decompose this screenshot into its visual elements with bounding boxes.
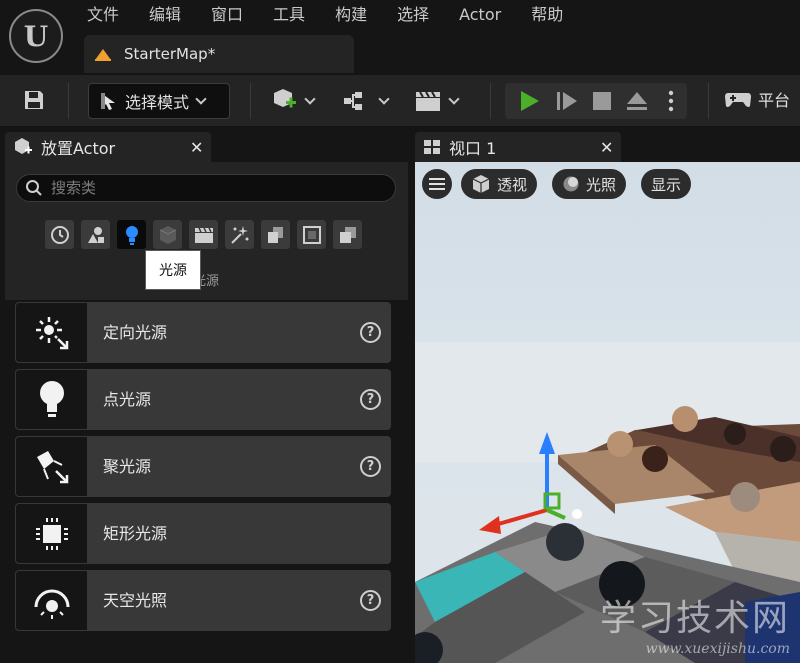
level-icon — [95, 49, 111, 61]
viewport-layout-icon — [424, 140, 440, 154]
menu-select[interactable]: 选择 — [382, 0, 444, 30]
chevron-down-icon — [304, 92, 316, 105]
platforms-button[interactable]: 平台 — [724, 87, 790, 111]
volumes-icon[interactable] — [297, 220, 326, 249]
lit-mode-button[interactable]: 光照 — [552, 169, 627, 199]
watermark-title: 学习技术网 — [599, 598, 790, 639]
show-flags-button[interactable]: 显示 — [641, 169, 692, 199]
list-item-label: 聚光源 — [103, 457, 152, 476]
perspective-label: 透视 — [497, 175, 528, 194]
viewport-tab-label: 视口 1 — [449, 139, 497, 158]
scene-render — [415, 342, 800, 663]
add-content-button[interactable] — [270, 87, 316, 115]
stop-icon[interactable] — [591, 90, 613, 112]
sky-light-icon — [16, 571, 87, 630]
list-item-point-light[interactable]: 点光源 ? — [15, 369, 391, 430]
clapperboard-icon — [416, 91, 440, 111]
blueprint-icon — [344, 92, 362, 110]
blueprints-button[interactable] — [342, 87, 390, 115]
help-icon[interactable]: ? — [360, 322, 381, 343]
selection-mode-label: 选择模式 — [125, 93, 190, 112]
watermark: 学习技术网 www.xuexijishu.com — [600, 589, 790, 657]
add-actor-icon — [274, 89, 296, 108]
help-icon[interactable]: ? — [360, 456, 381, 477]
main-toolbar: 选择模式 平台 — [0, 75, 800, 127]
selection-mode-dropdown[interactable]: 选择模式 — [88, 83, 230, 119]
cinematic-icon[interactable] — [189, 220, 218, 249]
hamburger-menu-icon — [429, 178, 445, 190]
viewport-options-button[interactable] — [422, 169, 452, 199]
perspective-button[interactable]: 透视 — [461, 169, 538, 199]
close-icon[interactable]: ✕ — [190, 138, 203, 157]
all-classes-icon[interactable] — [333, 220, 362, 249]
category-tooltip: 光源 — [145, 250, 201, 290]
point-light-icon — [16, 370, 87, 429]
cinematics-button[interactable] — [414, 87, 460, 115]
platforms-label: 平台 — [758, 91, 791, 110]
directional-light-icon — [16, 303, 87, 362]
chevron-down-icon — [378, 92, 390, 105]
lights-icon[interactable] — [117, 220, 146, 249]
menu-edit[interactable]: 编辑 — [134, 0, 196, 30]
eject-icon[interactable] — [625, 89, 649, 113]
list-item-directional-light[interactable]: 定向光源 ? — [15, 302, 391, 363]
more-options-icon[interactable] — [668, 90, 674, 112]
close-icon[interactable]: ✕ — [600, 138, 613, 157]
spot-light-icon — [16, 437, 87, 496]
watermark-url: www.xuexijishu.com — [645, 641, 790, 657]
menu-file[interactable]: 文件 — [72, 0, 134, 30]
gamepad-icon — [725, 93, 751, 107]
chevron-down-icon — [195, 92, 207, 105]
menu-help[interactable]: 帮助 — [516, 0, 578, 30]
play-icon[interactable] — [517, 89, 541, 113]
play-controls — [505, 83, 687, 119]
list-item-label: 点光源 — [103, 390, 152, 409]
cube-icon[interactable] — [153, 220, 182, 249]
list-item-rect-light[interactable]: 矩形光源 — [15, 503, 391, 564]
perspective-cube-icon — [472, 175, 490, 193]
list-item-sky-light[interactable]: 天空光照 ? — [15, 570, 391, 631]
help-icon[interactable]: ? — [360, 389, 381, 410]
level-tab-label: StarterMap* — [124, 45, 216, 63]
list-item-label: 定向光源 — [103, 323, 168, 342]
visual-effects-icon[interactable] — [225, 220, 254, 249]
rect-light-icon — [16, 504, 87, 563]
lit-mode-label: 光照 — [586, 175, 617, 194]
menu-tools[interactable]: 工具 — [258, 0, 320, 30]
lit-sphere-icon — [563, 176, 579, 192]
place-actors-tab[interactable]: 放置Actor ✕ — [5, 132, 211, 162]
unreal-logo[interactable]: U — [9, 9, 63, 63]
place-actors-tab-label: 放置Actor — [41, 139, 116, 158]
list-item-label: 矩形光源 — [103, 524, 168, 543]
main-menu: 文件 编辑 窗口 工具 构建 选择 Actor 帮助 — [72, 0, 578, 30]
level-tab[interactable]: StarterMap* — [84, 35, 354, 73]
list-item-label: 天空光照 — [103, 591, 168, 610]
place-actor-icon — [15, 138, 32, 154]
level-viewport[interactable]: 透视 光照 显示 学习技术网 www.xuexijishu.com — [415, 162, 800, 663]
menu-build[interactable]: 构建 — [320, 0, 382, 30]
recent-icon[interactable] — [45, 220, 74, 249]
advance-frame-icon[interactable] — [555, 89, 579, 113]
shapes-icon[interactable] — [81, 220, 110, 249]
chevron-down-icon — [448, 92, 460, 105]
viewport-tab-bar: 视口 1 ✕ — [410, 128, 800, 162]
help-icon[interactable]: ? — [360, 590, 381, 611]
save-icon[interactable] — [22, 88, 46, 112]
search-icon — [26, 180, 42, 196]
select-mode-icon — [101, 93, 115, 110]
menu-window[interactable]: 窗口 — [196, 0, 258, 30]
menu-actor[interactable]: Actor — [444, 0, 516, 30]
geometry-icon[interactable] — [261, 220, 290, 249]
show-flags-label: 显示 — [651, 175, 682, 194]
viewport-tab[interactable]: 视口 1 ✕ — [415, 132, 621, 162]
search-box[interactable] — [16, 174, 396, 202]
list-item-spot-light[interactable]: 聚光源 ? — [15, 436, 391, 497]
category-bar — [45, 220, 362, 249]
search-input[interactable] — [51, 179, 371, 197]
title-bar: U 文件 编辑 窗口 工具 构建 选择 Actor 帮助 StarterMap* — [0, 0, 800, 75]
